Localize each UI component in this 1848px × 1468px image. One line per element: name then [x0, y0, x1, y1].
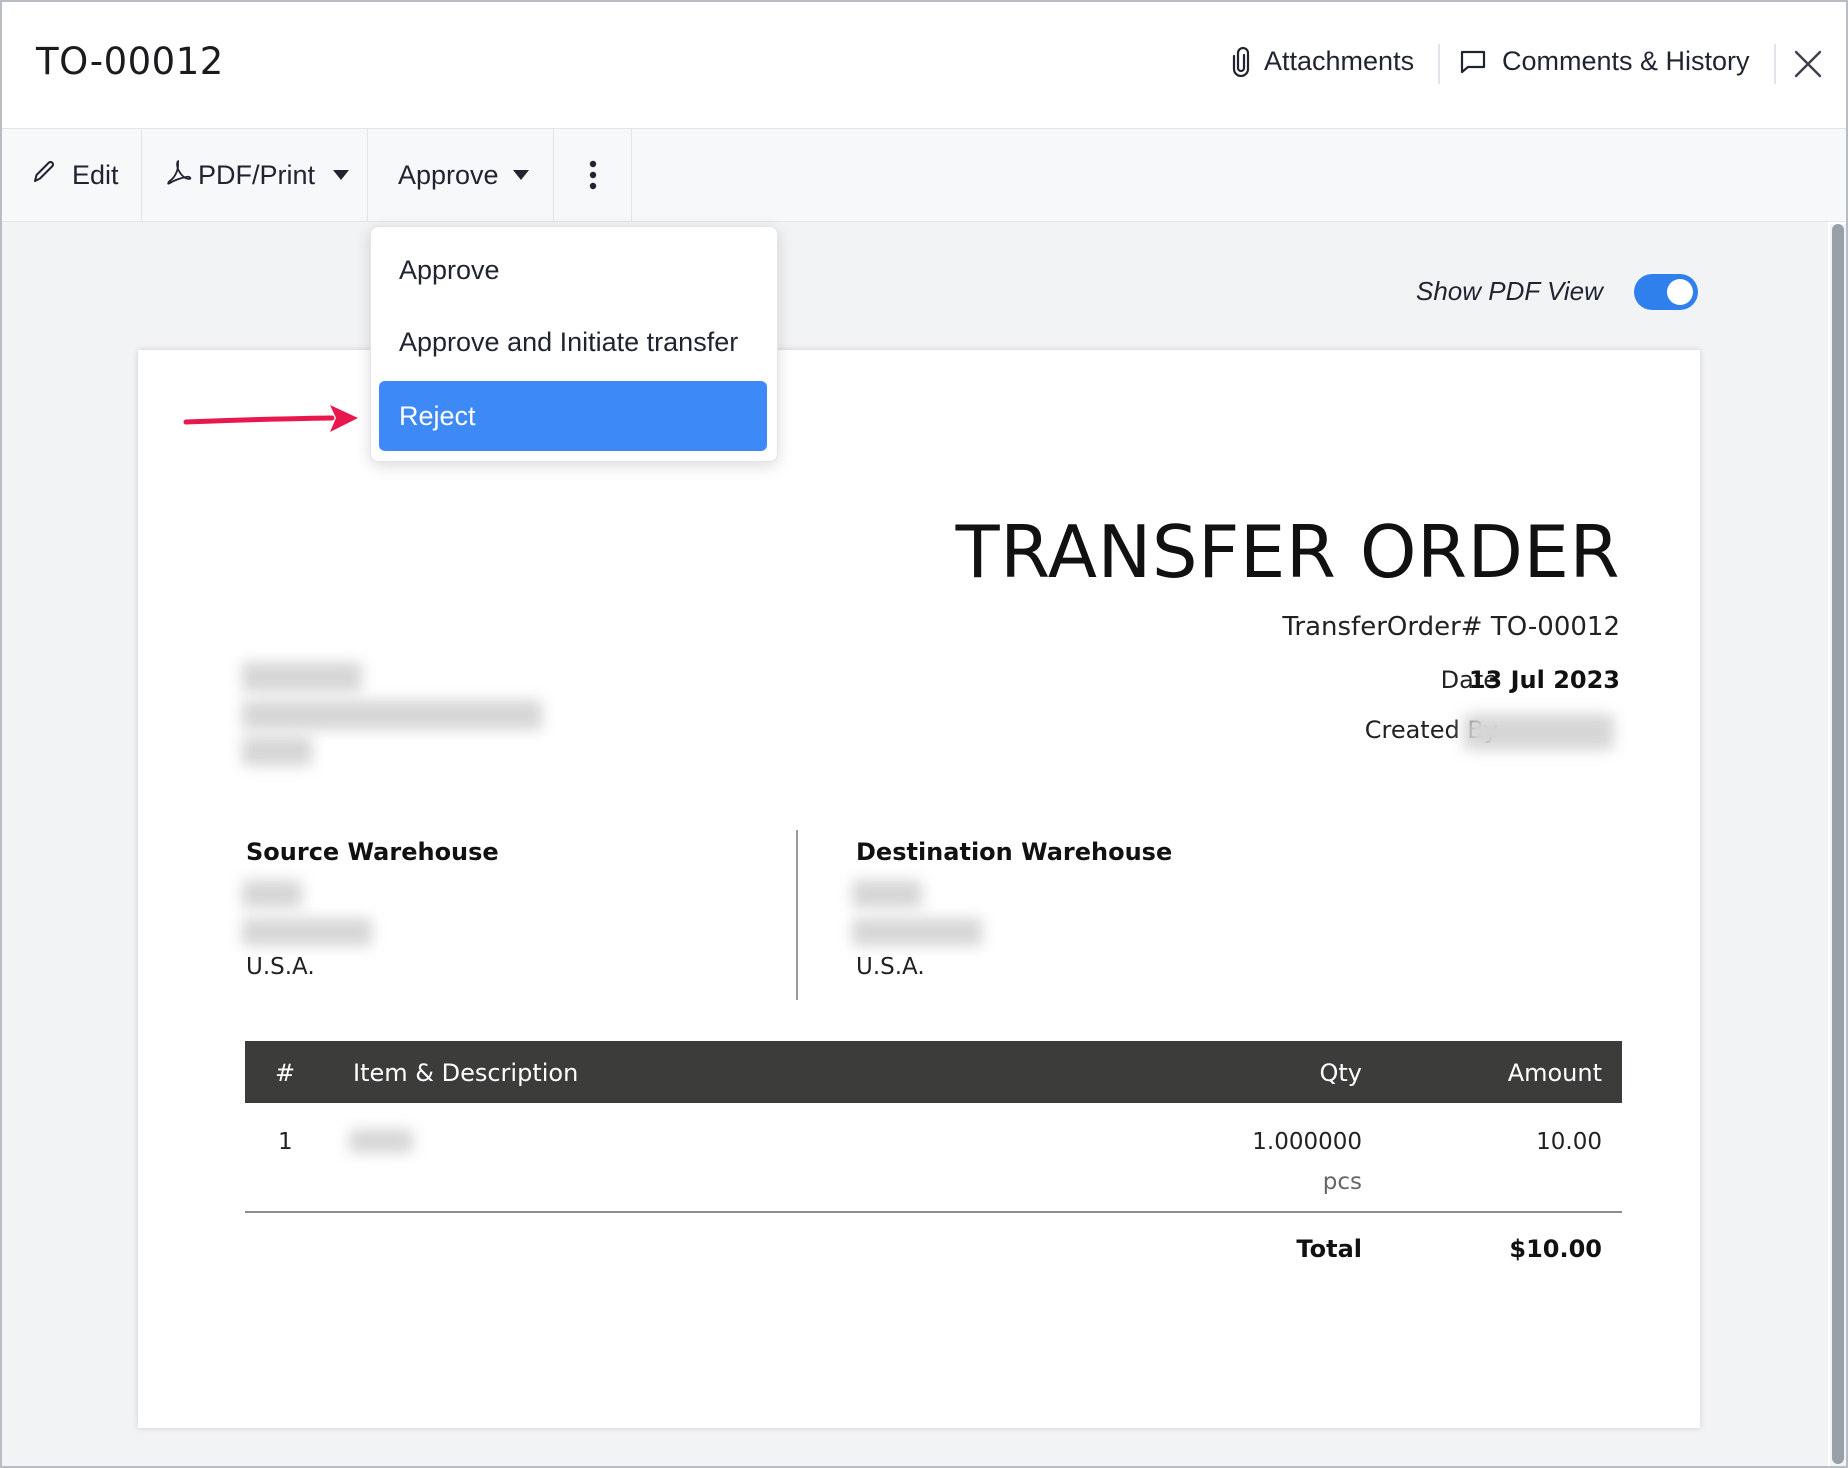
- column-qty: Qty: [1319, 1059, 1362, 1087]
- scrollbar-thumb[interactable]: [1832, 224, 1844, 1464]
- document-number: TransferOrder# TO-00012: [1282, 612, 1620, 642]
- pdf-icon: [166, 158, 192, 193]
- attachments-button[interactable]: Attachments: [1232, 46, 1414, 77]
- destination-warehouse-heading: Destination Warehouse: [856, 838, 1173, 866]
- table-row: 1 1.000000 pcs 10.00: [245, 1103, 1622, 1213]
- document-preview: TRANSFER ORDER TransferOrder# TO-00012 D…: [138, 350, 1700, 1428]
- annotation-arrow-icon: [183, 405, 358, 432]
- menu-item-approve-initiate-transfer[interactable]: Approve and Initiate transfer: [399, 327, 738, 358]
- redacted-source-name: [242, 880, 302, 908]
- close-button[interactable]: [1792, 48, 1824, 80]
- total-row: Total $10.00: [245, 1213, 1622, 1273]
- date-value: 13 Jul 2023: [1468, 666, 1620, 694]
- pencil-icon: [30, 158, 58, 193]
- vertical-scrollbar[interactable]: [1830, 224, 1846, 1466]
- row-amount: 10.00: [1536, 1129, 1602, 1155]
- approve-label: Approve: [398, 159, 499, 190]
- redacted-created-by: [1464, 714, 1614, 750]
- total-value: $10.00: [1509, 1235, 1602, 1263]
- document-heading: TRANSFER ORDER: [955, 510, 1620, 594]
- transfer-order-window: TO-00012 Attachments Comments & History: [0, 0, 1848, 1468]
- menu-item-approve[interactable]: Approve: [399, 255, 500, 286]
- row-index: 1: [278, 1129, 293, 1155]
- destination-country: U.S.A.: [856, 954, 925, 980]
- comments-history-label: Comments & History: [1502, 46, 1750, 76]
- header-bar: TO-00012 Attachments Comments & History: [2, 2, 1846, 129]
- chevron-down-icon: [333, 170, 350, 180]
- header-divider: [1438, 44, 1440, 84]
- warehouse-divider: [796, 830, 798, 1000]
- approve-dropdown-menu: Approve Approve and Initiate transfer Re…: [370, 226, 778, 462]
- pdf-print-button[interactable]: PDF/Print: [142, 129, 368, 221]
- total-label: Total: [1296, 1235, 1362, 1263]
- edit-button[interactable]: Edit: [2, 129, 142, 221]
- toggle-knob: [1667, 279, 1693, 305]
- redacted-source-address: [242, 918, 372, 946]
- close-icon: [1794, 50, 1822, 78]
- approve-dropdown-button[interactable]: Approve: [368, 129, 554, 221]
- edit-label: Edit: [72, 159, 119, 190]
- source-country: U.S.A.: [246, 954, 315, 980]
- redacted-company-address: [242, 700, 542, 730]
- column-index: #: [275, 1059, 296, 1087]
- redacted-company-name: [242, 662, 362, 692]
- more-vertical-icon: [589, 160, 596, 190]
- page-title: TO-00012: [36, 40, 224, 83]
- pdf-print-label: PDF/Print: [198, 159, 316, 190]
- created-by-label: Created By: [1364, 716, 1498, 744]
- header-divider: [1774, 44, 1776, 84]
- attachments-label: Attachments: [1264, 46, 1415, 76]
- redacted-company-country: [242, 736, 312, 766]
- menu-item-reject[interactable]: Reject: [379, 381, 767, 451]
- column-amount: Amount: [1507, 1059, 1602, 1087]
- redacted-destination-name: [852, 880, 922, 908]
- source-warehouse-heading: Source Warehouse: [246, 838, 499, 866]
- redacted-destination-address: [852, 918, 982, 946]
- row-qty: 1.000000: [1252, 1129, 1362, 1155]
- pdf-view-toggle[interactable]: [1634, 274, 1698, 310]
- comment-icon: [1458, 48, 1488, 76]
- comments-history-button[interactable]: Comments & History: [1458, 46, 1750, 77]
- row-unit: pcs: [1322, 1169, 1362, 1195]
- chevron-down-icon: [512, 170, 529, 180]
- column-item-description: Item & Description: [353, 1059, 579, 1087]
- more-options-button[interactable]: [554, 129, 632, 221]
- pdf-view-label: Show PDF View: [1416, 276, 1603, 306]
- paperclip-icon: [1232, 46, 1250, 77]
- toolbar: Edit PDF/Print Approve: [2, 129, 1846, 222]
- items-table-header: # Item & Description Qty Amount: [245, 1041, 1622, 1103]
- redacted-item-name: [349, 1129, 413, 1153]
